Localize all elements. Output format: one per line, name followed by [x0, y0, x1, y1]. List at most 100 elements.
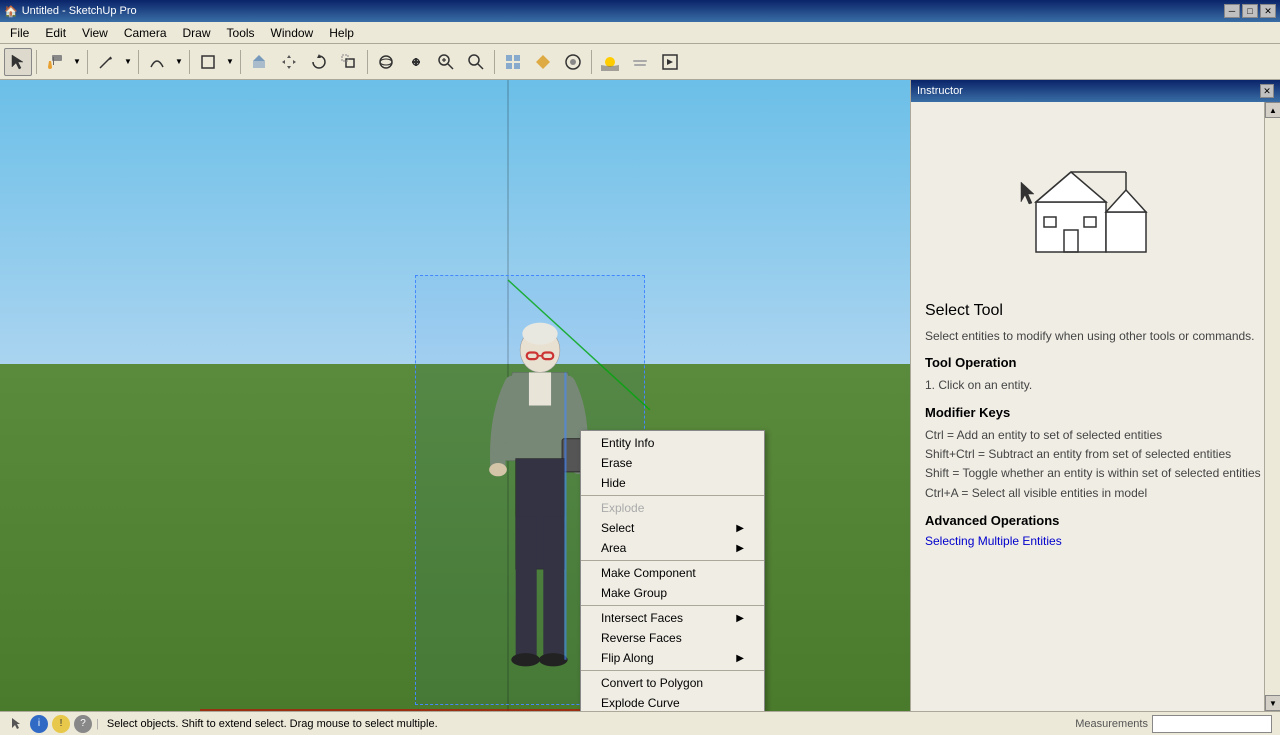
styles-button[interactable]	[559, 48, 587, 76]
menu-camera[interactable]: Camera	[116, 24, 175, 42]
status-info-icon[interactable]: i	[30, 715, 48, 733]
toolbar-separator-3	[138, 50, 139, 74]
scroll-down-button[interactable]: ▼	[1265, 695, 1280, 711]
scroll-up-button[interactable]: ▲	[1265, 102, 1280, 118]
instructor-title: Instructor	[917, 85, 963, 97]
main-content: Entity Info Erase Hide Explode Select ▶ …	[0, 80, 1280, 711]
paint-tool-button[interactable]	[41, 48, 69, 76]
ctx-erase[interactable]: Erase	[581, 453, 764, 473]
orbit-tool-button[interactable]	[372, 48, 400, 76]
status-warning-icon[interactable]: !	[52, 715, 70, 733]
menu-tools[interactable]: Tools	[219, 24, 263, 42]
advanced-link[interactable]: Selecting Multiple Entities	[925, 534, 1062, 548]
instructor-text: Select Tool Select entities to modify wh…	[921, 302, 1270, 548]
arc-arrow-button[interactable]: ▼	[173, 48, 185, 76]
ctx-explode: Explode	[581, 498, 764, 518]
ctx-entity-info[interactable]: Entity Info	[581, 433, 764, 453]
components-button[interactable]	[499, 48, 527, 76]
close-button[interactable]: ✕	[1260, 4, 1276, 18]
menubar: File Edit View Camera Draw Tools Window …	[0, 22, 1280, 44]
toolbar-separator-2	[87, 50, 88, 74]
status-select-icon[interactable]	[8, 715, 26, 733]
toolbar-separator-1	[36, 50, 37, 74]
app-icon: 🏠	[4, 5, 18, 18]
materials-button[interactable]	[529, 48, 557, 76]
ctx-flip-arrow: ▶	[736, 653, 744, 664]
ctx-intersect-faces[interactable]: Intersect Faces ▶	[581, 608, 764, 628]
pan-tool-button[interactable]	[402, 48, 430, 76]
instructor-close-button[interactable]: ✕	[1260, 84, 1274, 98]
status-message: Select objects. Shift to extend select. …	[107, 718, 438, 730]
ctx-area[interactable]: Area ▶	[581, 538, 764, 558]
ctx-make-component[interactable]: Make Component	[581, 563, 764, 583]
pushpull-tool-button[interactable]	[245, 48, 273, 76]
paint-arrow-button[interactable]: ▼	[71, 48, 83, 76]
tool-description: Select entities to modify when using oth…	[925, 328, 1266, 345]
titlebar-controls[interactable]: ─ □ ✕	[1224, 4, 1276, 18]
tool-operation-steps: 1. Click on an entity.	[925, 376, 1266, 395]
modifier-keys-title: Modifier Keys	[925, 405, 1266, 420]
ctx-explode-curve[interactable]: Explode Curve	[581, 693, 764, 711]
line-arrow-button[interactable]: ▼	[122, 48, 134, 76]
status-separator: |	[96, 718, 99, 730]
ctx-convert-polygon[interactable]: Convert to Polygon	[581, 673, 764, 693]
statusbar: i ! ? | Select objects. Shift to extend …	[0, 711, 1280, 735]
app-title: Untitled - SketchUp Pro	[22, 5, 137, 17]
measurements-area: Measurements	[1075, 715, 1272, 733]
status-help-icon[interactable]: ?	[74, 715, 92, 733]
rotate-tool-button[interactable]	[305, 48, 333, 76]
arc-tool-button[interactable]	[143, 48, 171, 76]
toolbar: ▼ ▼ ▼ ▼	[0, 44, 1280, 80]
menu-view[interactable]: View	[74, 24, 116, 42]
ctx-intersect-arrow: ▶	[736, 613, 744, 624]
menu-window[interactable]: Window	[263, 24, 322, 42]
scroll-track	[1265, 118, 1280, 695]
advanced-title: Advanced Operations	[925, 513, 1266, 528]
ctx-select[interactable]: Select ▶	[581, 518, 764, 538]
menu-help[interactable]: Help	[321, 24, 362, 42]
context-menu: Entity Info Erase Hide Explode Select ▶ …	[580, 430, 765, 711]
zoom-tool-button[interactable]	[432, 48, 460, 76]
menu-edit[interactable]: Edit	[37, 24, 74, 42]
viewport[interactable]: Entity Info Erase Hide Explode Select ▶ …	[0, 80, 910, 711]
export-button[interactable]	[656, 48, 684, 76]
tool-operation-title: Tool Operation	[925, 355, 1266, 370]
instructor-content: Select Tool Select entities to modify wh…	[911, 102, 1280, 711]
toolbar-separator-5	[240, 50, 241, 74]
move-tool-button[interactable]	[275, 48, 303, 76]
line-tool-button[interactable]	[92, 48, 120, 76]
toolbar-separator-4	[189, 50, 190, 74]
house-illustration	[921, 112, 1270, 292]
instructor-panel: Instructor ✕	[910, 80, 1280, 711]
ctx-flip-along[interactable]: Flip Along ▶	[581, 648, 764, 668]
scale-tool-button[interactable]	[335, 48, 363, 76]
shadows-button[interactable]	[596, 48, 624, 76]
advanced-link-container: Selecting Multiple Entities	[925, 534, 1266, 548]
select-tool-button[interactable]	[4, 48, 32, 76]
maximize-button[interactable]: □	[1242, 4, 1258, 18]
shape-tool-button[interactable]	[194, 48, 222, 76]
instructor-scrollbar[interactable]: ▲ ▼	[1264, 102, 1280, 711]
ctx-separator-1	[581, 495, 764, 496]
minimize-button[interactable]: ─	[1224, 4, 1240, 18]
titlebar: 🏠 Untitled - SketchUp Pro ─ □ ✕	[0, 0, 1280, 22]
menu-draw[interactable]: Draw	[175, 24, 219, 42]
tool-name: Select Tool	[925, 302, 1266, 320]
ctx-separator-2	[581, 560, 764, 561]
ctx-reverse-faces[interactable]: Reverse Faces	[581, 628, 764, 648]
shape-arrow-button[interactable]: ▼	[224, 48, 236, 76]
zoomextents-tool-button[interactable]	[462, 48, 490, 76]
ctx-hide[interactable]: Hide	[581, 473, 764, 493]
ctx-area-arrow: ▶	[736, 543, 744, 554]
measurements-label: Measurements	[1075, 718, 1148, 730]
measurements-input[interactable]	[1152, 715, 1272, 733]
instructor-titlebar: Instructor ✕	[911, 80, 1280, 102]
house-svg	[996, 122, 1196, 282]
fog-button[interactable]	[626, 48, 654, 76]
ctx-make-group[interactable]: Make Group	[581, 583, 764, 603]
modifier-keys-list: Ctrl = Add an entity to set of selected …	[925, 426, 1266, 503]
toolbar-separator-6	[367, 50, 368, 74]
ctx-select-arrow: ▶	[736, 523, 744, 534]
statusbar-icons: i ! ? |	[8, 715, 99, 733]
menu-file[interactable]: File	[2, 24, 37, 42]
